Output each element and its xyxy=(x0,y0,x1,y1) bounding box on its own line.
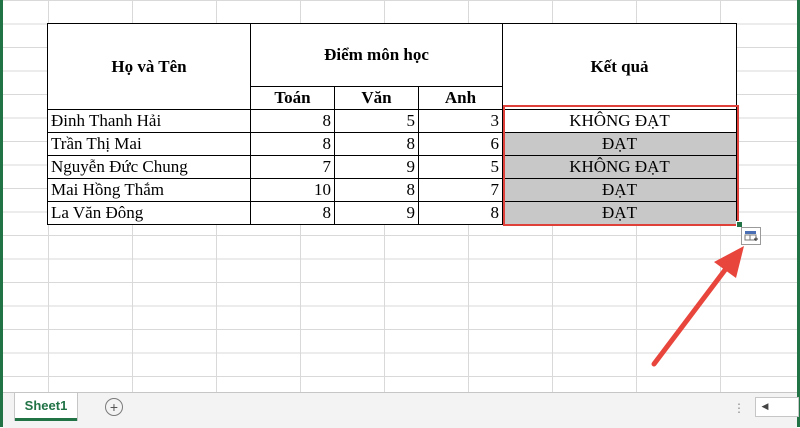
cell-name[interactable]: Đinh Thanh Hải xyxy=(47,109,251,133)
cell-van[interactable]: 8 xyxy=(334,178,419,202)
sheet-tab-bar: Sheet1 + ⋮ ◀ xyxy=(3,392,799,428)
cell-toan[interactable]: 8 xyxy=(250,132,335,156)
cell-anh[interactable]: 7 xyxy=(418,178,503,202)
cell-name[interactable]: Mai Hồng Thắm xyxy=(47,178,251,202)
cell-name[interactable]: Nguyễn Đức Chung xyxy=(47,155,251,179)
cell-anh[interactable]: 6 xyxy=(418,132,503,156)
cell-anh[interactable]: 8 xyxy=(418,201,503,225)
cell-anh[interactable]: 3 xyxy=(418,109,503,133)
header-toan[interactable]: Toán xyxy=(250,86,335,110)
header-anh[interactable]: Anh xyxy=(418,86,503,110)
cell-van[interactable]: 8 xyxy=(334,132,419,156)
header-name[interactable]: Họ và Tên xyxy=(47,23,251,110)
header-scores-group[interactable]: Điểm môn học xyxy=(250,23,503,87)
cell-anh[interactable]: 5 xyxy=(418,155,503,179)
cell-name[interactable]: La Văn Đông xyxy=(47,201,251,225)
cell-toan[interactable]: 7 xyxy=(250,155,335,179)
table-row: Nguyễn Đức Chung 7 9 5 KHÔNG ĐẠT xyxy=(47,155,737,179)
cell-result[interactable]: ĐẠT xyxy=(502,178,737,202)
table-row: Trần Thị Mai 8 8 6 ĐẠT xyxy=(47,132,737,156)
cell-toan[interactable]: 10 xyxy=(250,178,335,202)
header-result[interactable]: Kết quả xyxy=(502,23,737,110)
data-table: Họ và Tên Điểm môn học Kết quả Toán Văn … xyxy=(47,23,737,225)
horizontal-scrollbar[interactable]: ◀ xyxy=(755,397,799,417)
cell-toan[interactable]: 8 xyxy=(250,109,335,133)
arrow-icon xyxy=(651,246,744,367)
table-row: Đinh Thanh Hải 8 5 3 KHÔNG ĐẠT xyxy=(47,109,737,133)
tab-split-handle[interactable]: ⋮ xyxy=(733,401,745,415)
cell-result[interactable]: KHÔNG ĐẠT xyxy=(502,155,737,179)
cell-van[interactable]: 9 xyxy=(334,201,419,225)
cell-result[interactable]: KHÔNG ĐẠT xyxy=(502,109,737,133)
cell-name[interactable]: Trần Thị Mai xyxy=(47,132,251,156)
scroll-left-icon[interactable]: ◀ xyxy=(758,400,772,414)
cell-van[interactable]: 9 xyxy=(334,155,419,179)
table-row: Mai Hồng Thắm 10 8 7 ĐẠT xyxy=(47,178,737,202)
cell-result[interactable]: ĐẠT xyxy=(502,132,737,156)
table-row: La Văn Đông 8 9 8 ĐẠT xyxy=(47,201,737,225)
cell-toan[interactable]: 8 xyxy=(250,201,335,225)
header-van[interactable]: Văn xyxy=(334,86,419,110)
add-sheet-button[interactable]: + xyxy=(105,398,123,416)
cell-result[interactable]: ĐẠT xyxy=(502,201,737,225)
sheet-tab[interactable]: Sheet1 xyxy=(15,393,77,421)
cell-van[interactable]: 5 xyxy=(334,109,419,133)
